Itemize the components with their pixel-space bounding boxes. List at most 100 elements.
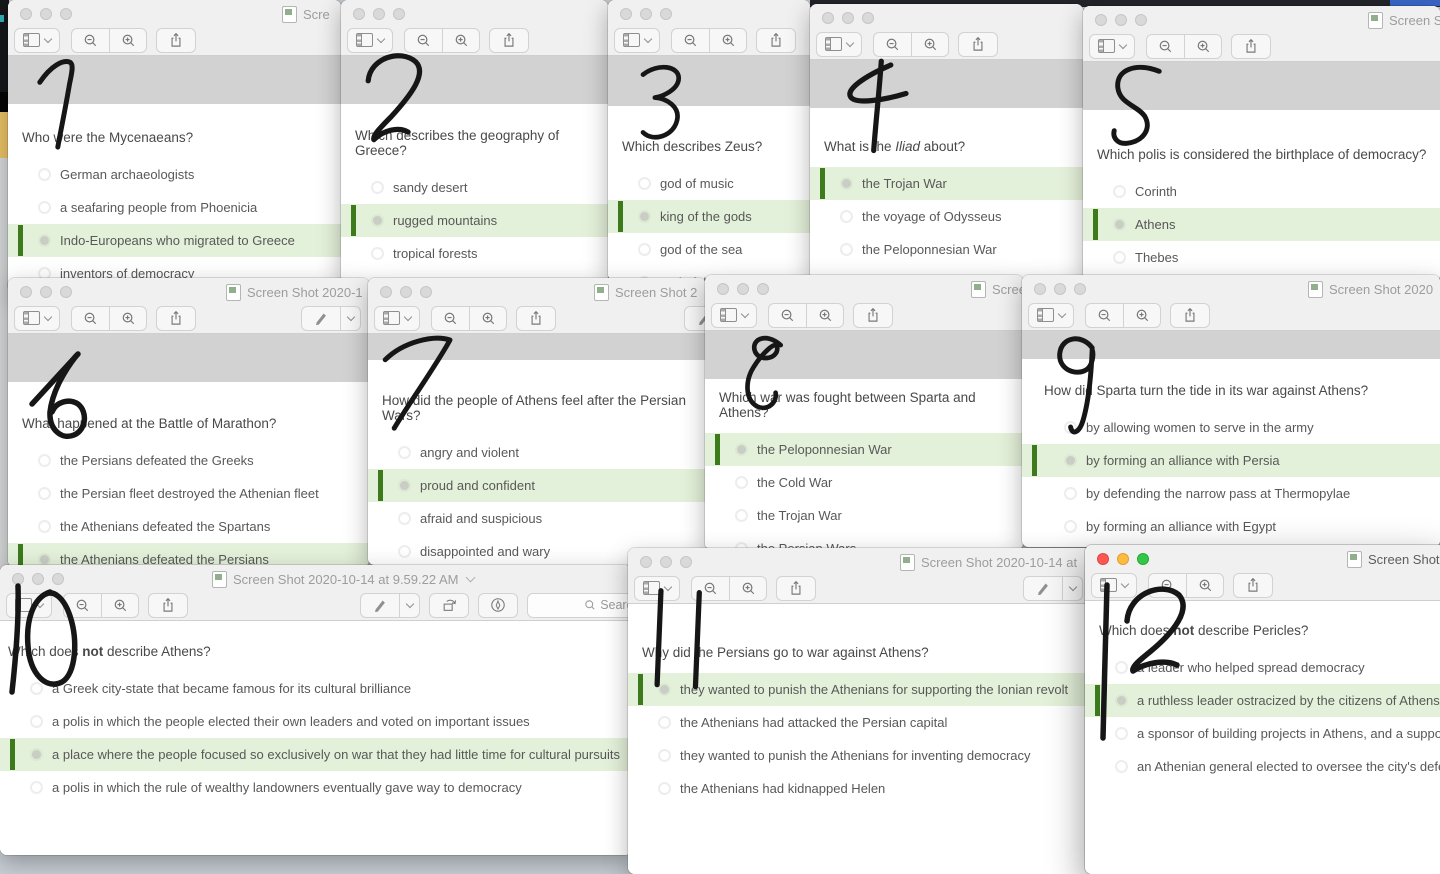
preview-window-1[interactable]: Scre Who were the Mycenaeans? German arc… <box>8 0 341 292</box>
traffic-lights[interactable] <box>380 286 432 298</box>
zoom-out-button[interactable] <box>1148 573 1186 598</box>
markup-button[interactable] <box>1023 576 1063 601</box>
zoom-in-button[interactable] <box>469 306 507 331</box>
markup-dropdown-button[interactable] <box>341 306 361 331</box>
close-button[interactable] <box>20 8 32 20</box>
traffic-lights[interactable] <box>20 286 72 298</box>
zoom-out-button[interactable] <box>873 32 911 57</box>
window-titlebar[interactable]: Screen Shot 2020-10-14 at 9.59.22 AM <box>0 565 632 591</box>
window-header[interactable] <box>608 0 810 56</box>
share-button[interactable] <box>853 303 893 328</box>
close-button[interactable] <box>822 12 834 24</box>
markup-button[interactable] <box>684 306 706 331</box>
preview-window-8[interactable]: Scree Which war was fought between Spart… <box>705 275 1023 550</box>
rotate-button[interactable] <box>429 593 469 618</box>
zoom-window-button[interactable] <box>1137 553 1149 565</box>
window-titlebar[interactable] <box>341 0 608 26</box>
window-titlebar[interactable]: Screen Shot 2020-1 <box>8 278 369 304</box>
sidebar-button[interactable] <box>711 303 757 328</box>
zoom-in-button[interactable] <box>911 32 949 57</box>
window-titlebar[interactable]: Screen Shot 2020 <box>1022 275 1440 301</box>
preview-window-6[interactable]: Screen Shot 2020-1 What happened at the … <box>8 278 369 567</box>
traffic-lights[interactable] <box>12 573 64 585</box>
zoom-in-button[interactable] <box>109 306 147 331</box>
zoom-out-button[interactable] <box>63 593 101 618</box>
zoom-window-button[interactable] <box>60 8 72 20</box>
minimize-button[interactable] <box>1115 14 1127 26</box>
minimize-button[interactable] <box>1054 283 1066 295</box>
minimize-button[interactable] <box>1117 553 1129 565</box>
zoom-out-button[interactable] <box>1146 34 1184 59</box>
zoom-window-button[interactable] <box>1074 283 1086 295</box>
window-header[interactable] <box>810 4 1083 60</box>
window-titlebar[interactable]: Scre <box>8 0 341 26</box>
markup-button[interactable] <box>360 593 400 618</box>
preview-window-4[interactable]: What is the Iliad about? the Trojan War … <box>810 4 1083 280</box>
zoom-window-button[interactable] <box>60 286 72 298</box>
window-header[interactable]: Screen Shot 2020-10-14 at <box>628 548 1095 604</box>
zoom-in-button[interactable] <box>442 28 480 53</box>
markup-dropdown-button[interactable] <box>1063 576 1083 601</box>
traffic-lights[interactable] <box>353 8 405 20</box>
zoom-window-button[interactable] <box>680 556 692 568</box>
zoom-out-button[interactable] <box>431 306 469 331</box>
window-header[interactable]: Screen Shot 2020-1 <box>8 278 369 334</box>
share-button[interactable] <box>1170 303 1210 328</box>
sidebar-button[interactable] <box>1091 573 1137 598</box>
window-header[interactable]: Screen Shot 2020 <box>1022 275 1440 331</box>
sidebar-button[interactable] <box>614 28 660 53</box>
preview-window-9[interactable]: Screen Shot 2020 How did Sparta turn the… <box>1022 275 1440 547</box>
share-button[interactable] <box>516 306 556 331</box>
share-button[interactable] <box>148 593 188 618</box>
window-titlebar[interactable]: Screen Shot 2020-10-14 at <box>628 548 1095 574</box>
share-button[interactable] <box>958 32 998 57</box>
traffic-lights[interactable] <box>20 8 72 20</box>
zoom-out-button[interactable] <box>404 28 442 53</box>
sidebar-button[interactable] <box>14 306 60 331</box>
markup-dropdown-button[interactable] <box>400 593 420 618</box>
share-button[interactable] <box>156 306 196 331</box>
window-header[interactable] <box>341 0 608 56</box>
zoom-out-button[interactable] <box>71 306 109 331</box>
zoom-window-button[interactable] <box>660 8 672 20</box>
window-header[interactable]: Scree <box>705 275 1023 331</box>
share-button[interactable] <box>776 576 816 601</box>
preview-window-5[interactable]: Screen S Which polis is considered the b… <box>1083 6 1440 282</box>
sidebar-button[interactable] <box>14 28 60 53</box>
minimize-button[interactable] <box>640 8 652 20</box>
share-button[interactable] <box>756 28 796 53</box>
window-header[interactable]: Scre <box>8 0 341 56</box>
sidebar-button[interactable] <box>347 28 393 53</box>
zoom-in-button[interactable] <box>101 593 139 618</box>
title-chevron-icon[interactable] <box>465 573 475 583</box>
zoom-in-button[interactable] <box>1123 303 1161 328</box>
preview-window-3[interactable]: Which describes Zeus? god of music king … <box>608 0 810 281</box>
zoom-in-button[interactable] <box>729 576 767 601</box>
window-titlebar[interactable]: Screen Shot 2 <box>368 278 706 304</box>
zoom-out-button[interactable] <box>691 576 729 601</box>
close-button[interactable] <box>620 8 632 20</box>
window-title[interactable]: Screen Shot 2020-10-14 at 9.59.22 AM <box>212 571 474 588</box>
share-button[interactable] <box>1231 34 1271 59</box>
window-header[interactable]: Screen Shot 2020-10-14 at 9.59.22 AM Sea… <box>0 565 632 621</box>
traffic-lights[interactable] <box>1095 14 1147 26</box>
close-button[interactable] <box>1097 553 1109 565</box>
window-header[interactable]: Screen Shot <box>1085 545 1440 601</box>
zoom-out-button[interactable] <box>1085 303 1123 328</box>
minimize-button[interactable] <box>373 8 385 20</box>
minimize-button[interactable] <box>40 286 52 298</box>
close-button[interactable] <box>640 556 652 568</box>
sidebar-button[interactable] <box>816 32 862 57</box>
zoom-window-button[interactable] <box>420 286 432 298</box>
zoom-in-button[interactable] <box>1186 573 1224 598</box>
zoom-in-button[interactable] <box>1184 34 1222 59</box>
zoom-out-button[interactable] <box>768 303 806 328</box>
window-header[interactable]: Screen S <box>1083 6 1440 62</box>
minimize-button[interactable] <box>660 556 672 568</box>
minimize-button[interactable] <box>400 286 412 298</box>
close-button[interactable] <box>1095 14 1107 26</box>
traffic-lights[interactable] <box>620 8 672 20</box>
preview-window-10[interactable]: Screen Shot 2020-10-14 at 9.59.22 AM Sea… <box>0 565 632 855</box>
preview-window-2[interactable]: Which describes the geography of Greece?… <box>341 0 608 284</box>
zoom-window-button[interactable] <box>757 283 769 295</box>
